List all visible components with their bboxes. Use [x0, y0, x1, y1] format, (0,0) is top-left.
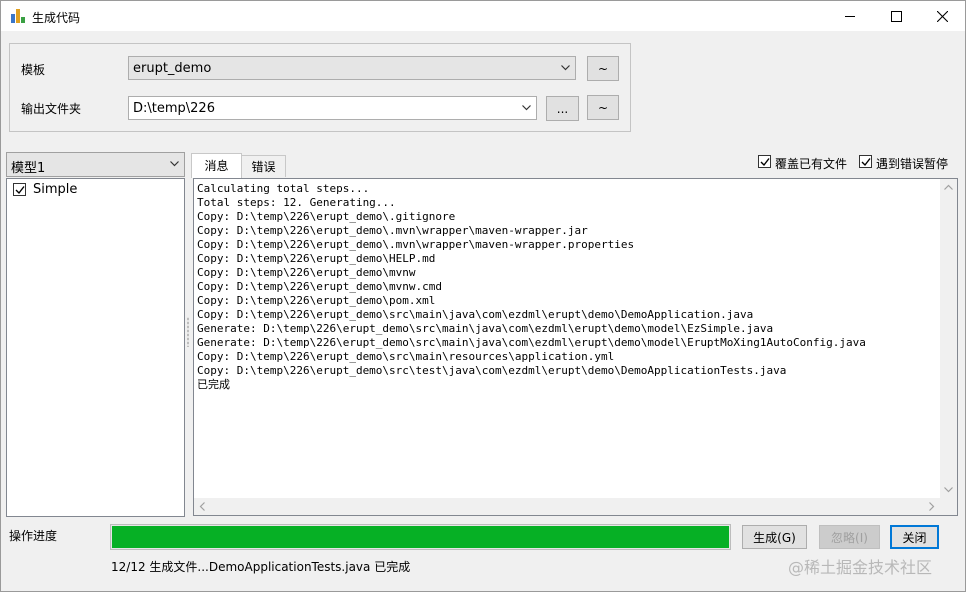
- output-extra-button[interactable]: ~: [587, 95, 619, 120]
- checkmark-icon: [760, 158, 770, 167]
- horizontal-scrollbar[interactable]: [194, 498, 940, 515]
- log-line: Generate: D:\temp\226\erupt_demo\src\mai…: [197, 336, 866, 349]
- minimize-button[interactable]: [827, 1, 873, 31]
- template-value: erupt_demo: [133, 61, 212, 76]
- model-item-label: Simple: [33, 182, 78, 197]
- ignore-button[interactable]: 忽略(I): [819, 525, 880, 549]
- watermark: @稀土掘金技术社区: [788, 558, 933, 577]
- vertical-scrollbar[interactable]: [940, 179, 957, 498]
- scroll-down-icon[interactable]: [944, 487, 953, 493]
- log-line: Copy: D:\temp\226\erupt_demo\.gitignore: [197, 210, 456, 223]
- log-line: Copy: D:\temp\226\erupt_demo\mvnw.cmd: [197, 280, 443, 293]
- template-label: 模板: [21, 63, 46, 77]
- browse-folder-button[interactable]: ...: [546, 96, 579, 121]
- scroll-left-icon[interactable]: [199, 502, 205, 511]
- window-title: 生成代码: [32, 11, 81, 25]
- status-text: 12/12 生成文件...DemoApplicationTests.java 已…: [111, 560, 411, 574]
- pause-on-error-option[interactable]: 遇到错误暂停: [859, 154, 959, 171]
- log-line: Total steps: 12. Generating...: [197, 196, 396, 209]
- output-folder-label: 输出文件夹: [21, 102, 82, 116]
- progress-bar: [110, 524, 731, 550]
- generate-code-dialog: 生成代码 模板 erupt_demo ~ 输出文件夹 D:\temp\226 .…: [0, 0, 966, 592]
- title-bar: 生成代码: [1, 1, 965, 31]
- log-line: Calculating total steps...: [197, 182, 370, 195]
- progress-label: 操作进度: [9, 529, 58, 543]
- splitter-handle[interactable]: [187, 317, 189, 347]
- log-line: Generate: D:\temp\226\erupt_demo\src\mai…: [197, 322, 774, 335]
- generate-button[interactable]: 生成(G): [742, 525, 807, 549]
- checkmark-icon: [861, 158, 871, 167]
- log-line: Copy: D:\temp\226\erupt_demo\src\test\ja…: [197, 364, 787, 377]
- log-line: Copy: D:\temp\226\erupt_demo\HELP.md: [197, 252, 436, 265]
- overwrite-checkbox[interactable]: [758, 155, 771, 168]
- scroll-right-icon[interactable]: [929, 502, 935, 511]
- model-item-checkbox[interactable]: [13, 183, 26, 196]
- model-select[interactable]: 模型1: [6, 152, 185, 177]
- pause-on-error-checkbox[interactable]: [859, 155, 872, 168]
- log-line: Copy: D:\temp\226\erupt_demo\src\main\re…: [197, 350, 615, 363]
- close-icon: [936, 10, 948, 22]
- progress-fill: [112, 526, 729, 548]
- output-folder-input[interactable]: D:\temp\226: [128, 96, 537, 120]
- chevron-down-icon: [561, 65, 570, 71]
- log-line: Copy: D:\temp\226\erupt_demo\mvnw: [197, 266, 416, 279]
- pause-on-error-label: 遇到错误暂停: [876, 157, 949, 171]
- close-window-button[interactable]: [919, 1, 965, 31]
- log-line: Copy: D:\temp\226\erupt_demo\pom.xml: [197, 294, 436, 307]
- log-line: Copy: D:\temp\226\erupt_demo\.mvn\wrappe…: [197, 238, 635, 251]
- log-line: Copy: D:\temp\226\erupt_demo\src\main\ja…: [197, 308, 754, 321]
- tab-errors[interactable]: 错误: [241, 155, 286, 177]
- maximize-icon: [890, 10, 902, 22]
- model-list: Simple: [6, 178, 185, 517]
- checkmark-icon: [15, 186, 25, 195]
- scrollbar-corner: [940, 498, 957, 515]
- template-select[interactable]: erupt_demo: [128, 56, 576, 80]
- chevron-down-icon: [522, 105, 531, 111]
- maximize-button[interactable]: [873, 1, 919, 31]
- overwrite-label: 覆盖已有文件: [775, 157, 848, 171]
- minimize-icon: [845, 16, 855, 17]
- message-log[interactable]: Calculating total steps... Total steps: 1…: [193, 178, 958, 516]
- tab-messages[interactable]: 消息: [191, 153, 242, 178]
- list-item[interactable]: Simple: [11, 182, 171, 198]
- close-button[interactable]: 关闭: [890, 525, 939, 549]
- app-icon: [11, 9, 25, 23]
- scroll-up-icon[interactable]: [944, 184, 953, 190]
- log-line: 已完成: [197, 378, 230, 391]
- model-select-value: 模型1: [11, 161, 46, 176]
- template-extra-button[interactable]: ~: [587, 56, 619, 81]
- chevron-down-icon: [170, 161, 179, 167]
- log-line: Copy: D:\temp\226\erupt_demo\.mvn\wrappe…: [197, 224, 588, 237]
- output-folder-value: D:\temp\226: [133, 101, 215, 116]
- settings-group: 模板 erupt_demo ~ 输出文件夹 D:\temp\226 ... ~: [9, 43, 631, 132]
- log-text: Calculating total steps... Total steps: 1…: [197, 182, 866, 392]
- overwrite-option[interactable]: 覆盖已有文件: [758, 154, 853, 171]
